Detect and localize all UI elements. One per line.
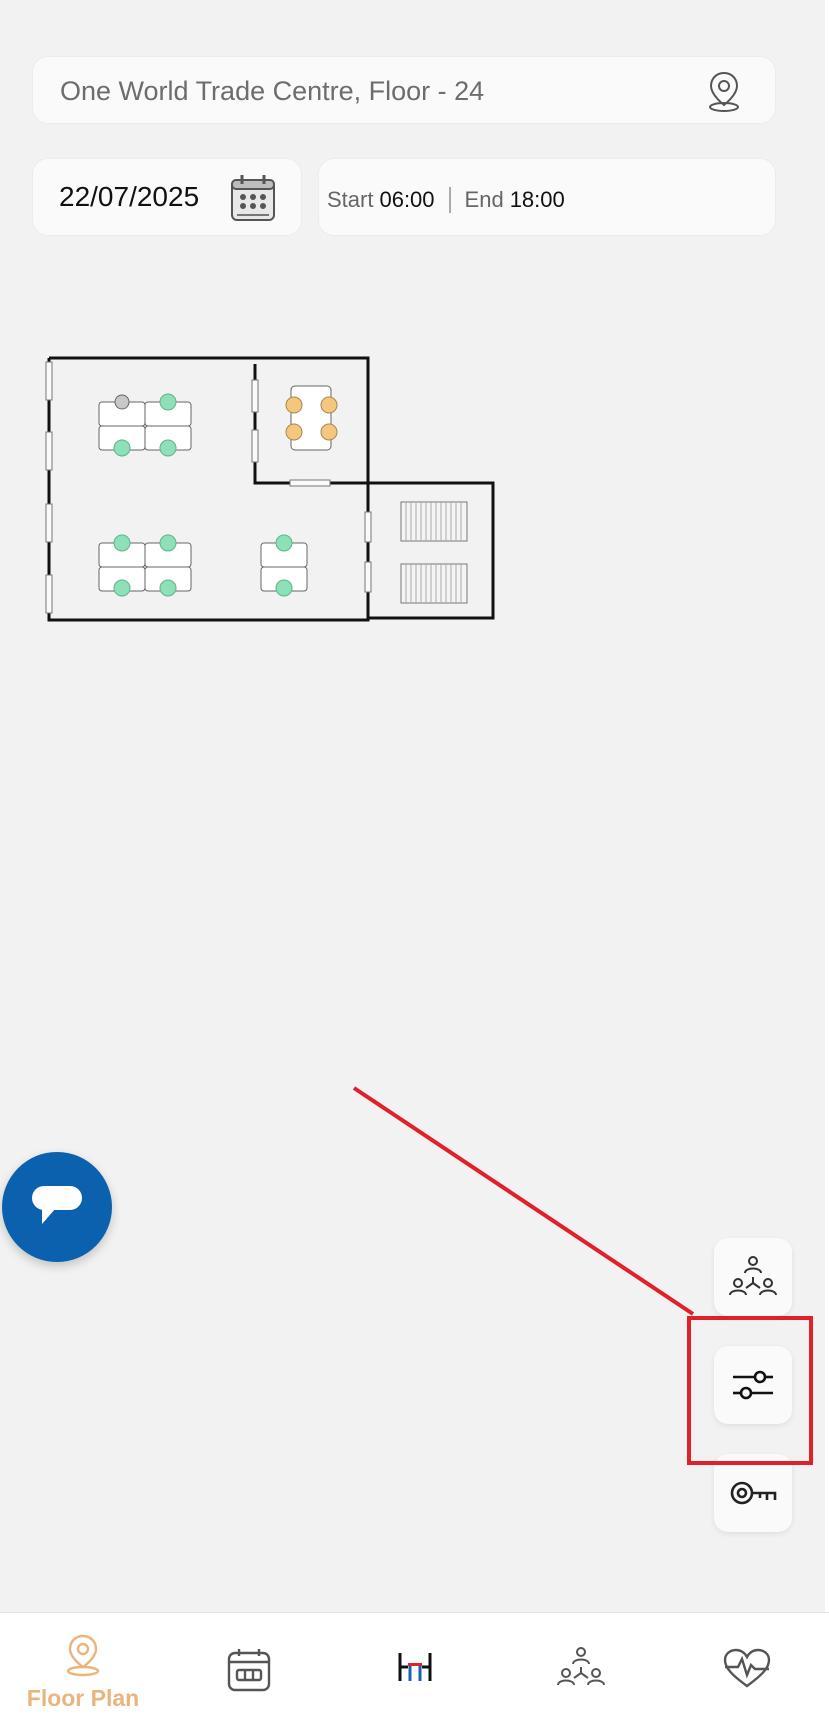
meeting-seat[interactable] [320,423,338,441]
time-range: Start 06:00 End 18:00 [327,187,565,213]
desk-seat[interactable] [159,439,177,457]
end-time[interactable]: 18:00 [510,187,565,213]
location-selector[interactable]: One World Trade Centre, Floor - 24 [32,56,776,124]
location-text: One World Trade Centre, Floor - 24 [60,76,485,106]
desk-seat-unavailable[interactable] [114,394,130,410]
screen-edge [825,0,829,1612]
app-screen [0,0,825,1612]
desk-icon [398,1653,432,1681]
nav-floor-plan[interactable]: Floor Plan [0,1613,166,1716]
calendar-icon [227,1649,271,1692]
desk-cluster-1 [98,401,192,451]
filter-button[interactable] [714,1346,792,1424]
team-hierarchy-icon [729,1256,777,1296]
nav-desk-booking[interactable] [332,1613,498,1716]
access-key-button[interactable] [714,1454,792,1532]
end-label: End [464,187,504,212]
date-picker[interactable]: 22/07/2025 [32,158,302,236]
meeting-seat[interactable] [285,396,303,414]
desk-cluster-2 [98,542,192,592]
start-label: Start [327,187,374,212]
time-range-selector[interactable]: Start 06:00 End 18:00 [318,158,776,236]
heart-pulse-icon [723,1648,771,1688]
key-icon [730,1481,777,1505]
meeting-seat[interactable] [320,396,338,414]
chat-button[interactable] [2,1152,112,1262]
desk-seat[interactable] [275,534,293,552]
team-view-button[interactable] [714,1238,792,1316]
nav-wellbeing[interactable] [664,1613,829,1716]
bottom-nav: Floor Plan [0,1612,829,1716]
chat-bubble-icon [32,1186,82,1224]
nav-floor-plan-label: Floor Plan [26,1685,140,1711]
time-separator [448,187,451,213]
floor-plan [45,356,495,622]
desk-seat[interactable] [113,439,131,457]
desk-seat[interactable] [159,393,177,411]
location-pin-icon[interactable] [703,69,745,113]
stairs [400,501,468,604]
meeting-table[interactable] [290,385,332,451]
calendar-icon[interactable] [229,173,277,223]
desk-seat[interactable] [113,534,131,552]
nav-team[interactable] [498,1613,664,1716]
start-time[interactable]: 06:00 [379,187,434,213]
nav-bookings[interactable] [166,1613,332,1716]
filter-sliders-icon [733,1370,773,1400]
desk-seat[interactable] [113,579,131,597]
meeting-seat[interactable] [285,423,303,441]
date-value: 22/07/2025 [59,181,200,212]
team-hierarchy-icon [557,1647,605,1686]
desk-seat[interactable] [275,579,293,597]
desk-seat[interactable] [159,579,177,597]
location-pin-icon [66,1634,100,1677]
desk-seat[interactable] [159,534,177,552]
